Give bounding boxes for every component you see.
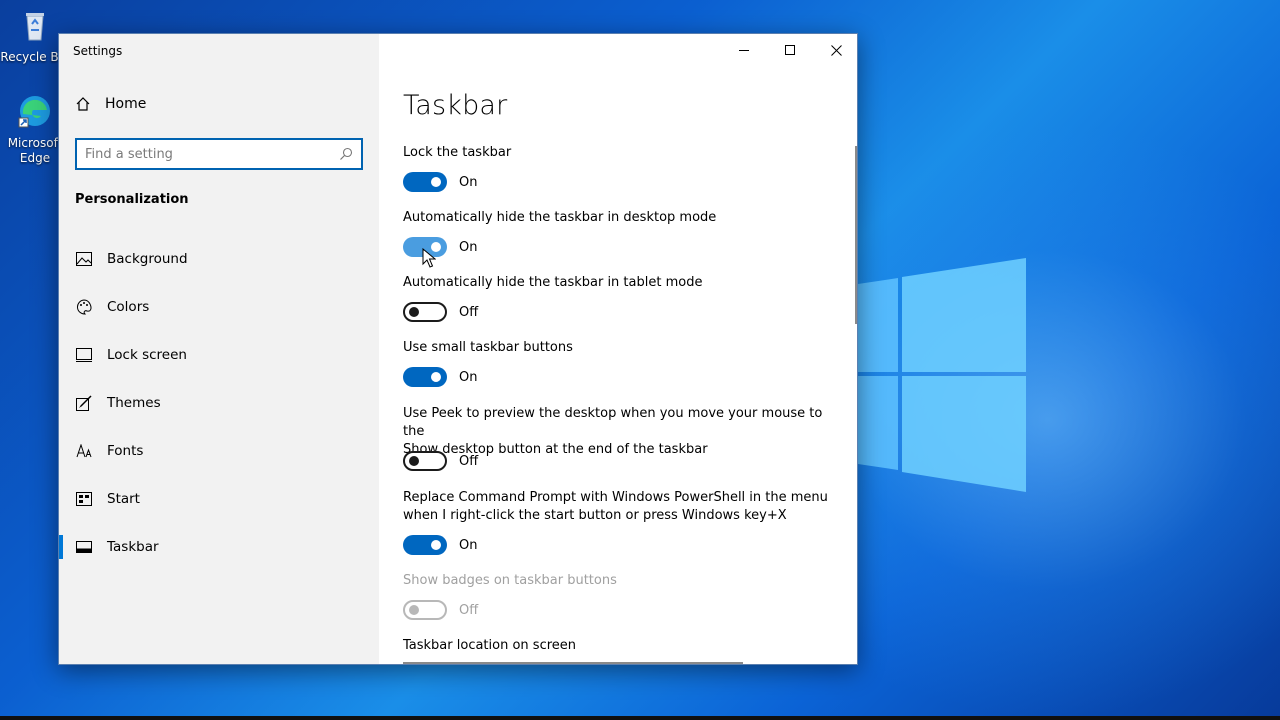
mouse-cursor-icon (422, 248, 436, 268)
maximize-icon (785, 45, 795, 55)
toggle-state: On (459, 369, 478, 385)
setting-label-line: Replace Command Prompt with Windows Powe… (403, 490, 828, 505)
nav-list: Background Colors Lock screen Themes Fon… (59, 235, 379, 571)
setting-label: Automatically hide the taskbar in tablet… (403, 275, 703, 290)
main-content: Taskbar Lock the taskbar On Automaticall… (379, 34, 857, 664)
setting-label: Taskbar location on screen (403, 638, 577, 653)
nav-home[interactable]: Home (75, 96, 146, 112)
toggle-lock-taskbar[interactable] (403, 172, 447, 192)
picture-icon (75, 250, 93, 268)
settings-window: Settings Home Personalization Background (58, 33, 858, 665)
toggle-peek[interactable] (403, 451, 447, 471)
toggle-lock-taskbar-row: On (403, 172, 477, 192)
search-box[interactable] (75, 138, 363, 170)
sidebar-item-start[interactable]: Start (59, 475, 379, 523)
toggle-knob (409, 307, 419, 317)
minimize-icon (739, 50, 749, 51)
toggle-knob (431, 372, 441, 382)
sidebar-item-taskbar[interactable]: Taskbar (59, 523, 379, 571)
sidebar-item-fonts[interactable]: Fonts (59, 427, 379, 475)
edge-icon (18, 96, 50, 128)
toggle-peek-row: Off (403, 451, 478, 471)
setting-label: Show badges on taskbar buttons (403, 573, 617, 588)
taskbar-icon (75, 538, 93, 556)
toggle-auto-hide-tablet[interactable] (403, 302, 447, 322)
toggle-powershell-row: On (403, 535, 477, 555)
toggle-state: Off (459, 304, 479, 320)
sidebar-item-background[interactable]: Background (59, 235, 379, 283)
close-button[interactable] (813, 34, 857, 66)
window-title: Settings (73, 44, 123, 58)
home-icon (76, 97, 90, 111)
lock-screen-icon (75, 346, 93, 364)
window-controls (721, 34, 857, 66)
sidebar-item-label: Start (107, 491, 140, 507)
sidebar-item-label: Background (107, 251, 188, 267)
toggle-auto-hide-tablet-row: Off (403, 302, 478, 322)
close-icon (830, 44, 842, 56)
search-input[interactable] (85, 146, 339, 162)
setting-label: Use small taskbar buttons (403, 340, 573, 355)
sidebar-item-label: Fonts (107, 443, 144, 459)
sidebar-item-label: Themes (107, 395, 161, 411)
toggle-knob (431, 540, 441, 550)
toggle-small-buttons[interactable] (403, 367, 447, 387)
sidebar-item-label: Colors (107, 299, 150, 315)
toggle-state: Off (459, 602, 479, 618)
toggle-badges-row: Off (403, 600, 478, 620)
sidebar-item-label: Lock screen (107, 347, 187, 363)
brush-icon (75, 394, 93, 412)
setting-label-line: Use Peek to preview the desktop when you… (403, 406, 823, 439)
toggle-knob (409, 456, 419, 466)
sidebar-item-lock-screen[interactable]: Lock screen (59, 331, 379, 379)
minimize-button[interactable] (721, 34, 767, 66)
scrollbar-thumb[interactable] (855, 146, 857, 324)
toggle-powershell[interactable] (403, 535, 447, 555)
toggle-badges (403, 600, 447, 620)
palette-icon (75, 298, 93, 316)
search-icon (340, 147, 353, 160)
toggle-small-buttons-row: On (403, 367, 477, 387)
toggle-knob (409, 605, 419, 615)
sidebar-item-label: Taskbar (107, 539, 159, 555)
taskbar-location-dropdown[interactable] (403, 662, 743, 664)
sidebar: Settings Home Personalization Background (59, 34, 379, 664)
maximize-button[interactable] (767, 34, 813, 66)
font-icon (75, 442, 93, 460)
sidebar-item-colors[interactable]: Colors (59, 283, 379, 331)
setting-label: Automatically hide the taskbar in deskto… (403, 210, 717, 225)
section-title: Personalization (75, 192, 189, 207)
toggle-state: Off (459, 453, 479, 469)
start-icon (75, 490, 93, 508)
toggle-knob (431, 177, 441, 187)
toggle-state: On (459, 537, 478, 553)
page-title: Taskbar (403, 90, 508, 121)
sidebar-item-themes[interactable]: Themes (59, 379, 379, 427)
setting-label: Lock the taskbar (403, 145, 512, 160)
toggle-auto-hide-desktop-row: On (403, 237, 477, 257)
setting-label: Replace Command Prompt with Windows Powe… (403, 489, 833, 525)
taskbar-edge (0, 716, 1280, 720)
toggle-state: On (459, 174, 478, 190)
recycle-bin-icon (26, 13, 44, 41)
nav-home-label: Home (105, 96, 147, 112)
toggle-state: On (459, 239, 478, 255)
windows-logo-wallpaper (858, 258, 1026, 492)
setting-label-line: when I right-click the start button or p… (403, 508, 787, 523)
